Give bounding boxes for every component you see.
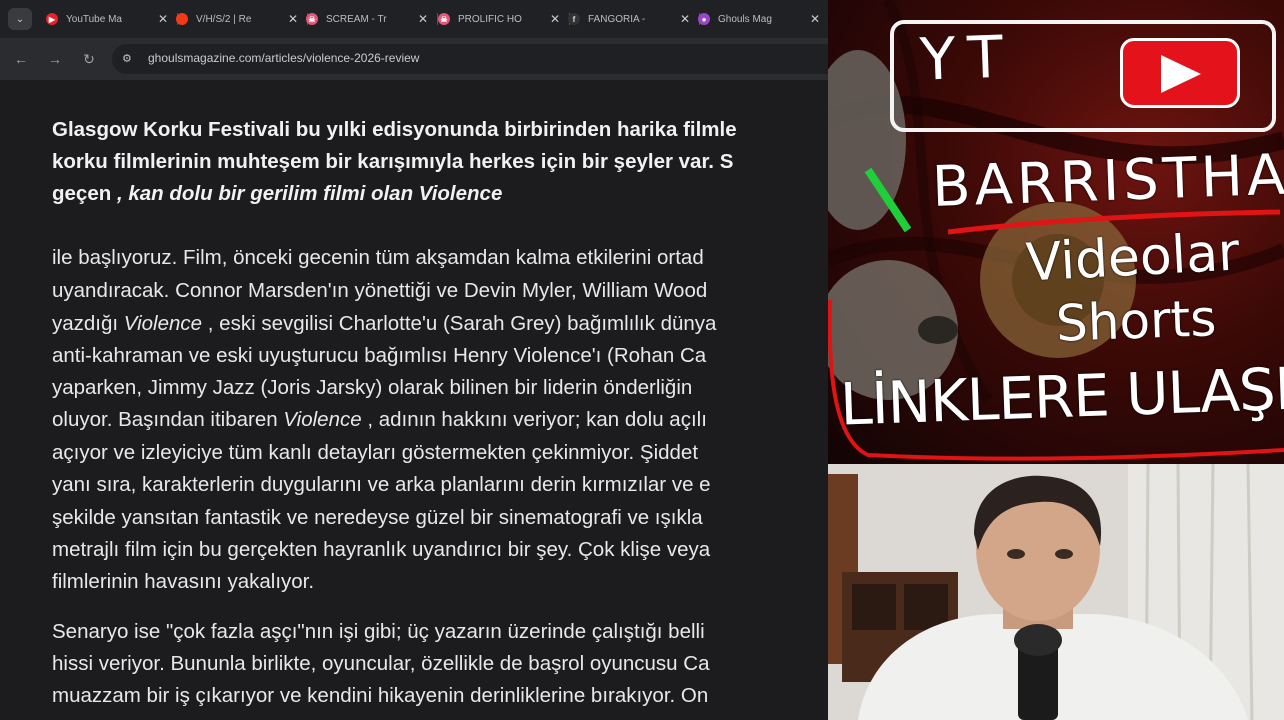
tab-strip: ⌄ ▶ YouTube Ma ✕ V/H/S/2 | Re ✕ ☠ SCREAM… <box>0 0 830 38</box>
paragraph-line: Senaryo ise "çok fazla aşçı"nın işi gibi… <box>52 620 705 643</box>
tab-youtube[interactable]: ▶ YouTube Ma ✕ <box>46 8 178 30</box>
site-settings-icon[interactable]: ⚙ <box>122 52 136 66</box>
videos-label: Videolar <box>1024 222 1241 294</box>
tab-label: Ghouls Mag <box>718 13 772 25</box>
paragraph-line: yaparken, Jimmy Jazz (Joris Jarsky) olar… <box>52 376 693 399</box>
rotten-tomatoes-icon <box>176 13 188 25</box>
back-icon[interactable]: ← <box>12 50 30 68</box>
paragraph-line: metrajlı film için bu gerçekten hayranlı… <box>52 538 711 561</box>
paragraph-line: şekilde yansıtan fantastik ve neredeyse … <box>52 506 703 529</box>
tab-fangoria[interactable]: f FANGORIA - ✕ <box>568 8 700 30</box>
paragraph-line: hissi veriyor. Bununla birlikte, oyuncul… <box>52 652 710 675</box>
intro-line: geçen , kan dolu bir gerilim filmi olan … <box>52 182 503 205</box>
paragraph-line: anti-kahraman ve eski uyuşturucu bağımlı… <box>52 344 707 367</box>
close-icon[interactable]: ✕ <box>550 12 560 26</box>
close-icon[interactable]: ✕ <box>288 12 298 26</box>
scream-icon: ☠ <box>306 13 318 25</box>
paragraph-line: yazdığı Violence , eski sevgilisi Charlo… <box>52 312 717 335</box>
article-body: Glasgow Korku Festivali bu yılki edisyon… <box>0 80 830 720</box>
tab-label: YouTube Ma <box>66 13 122 25</box>
fangoria-icon: f <box>568 13 580 25</box>
paragraph-line: muazzam bir iş çıkarıyor ve kendini hika… <box>52 684 709 707</box>
paragraph-line: açıyor ve izleyiciye tüm kanlı detayları… <box>52 441 699 464</box>
yt-handwritten-label: YT <box>918 22 1017 94</box>
youtube-logo-icon <box>1120 38 1240 108</box>
prolific-icon: ☠ <box>438 13 450 25</box>
browser-toolbar: ← → ↻ ⚙ ghoulsmagazine.com/articles/viol… <box>0 38 830 81</box>
tab-search-button[interactable]: ⌄ <box>8 8 32 30</box>
channel-overlay: YT BARRISTHAN Videolar Shorts LİNKLERE U… <box>828 0 1284 464</box>
close-icon[interactable]: ✕ <box>418 12 428 26</box>
forward-icon[interactable]: → <box>46 50 64 68</box>
tab-prolific[interactable]: ☠ PROLIFIC HO ✕ <box>438 8 570 30</box>
tab-ghouls[interactable]: ● Ghouls Mag ✕ <box>698 8 824 30</box>
close-icon[interactable]: ✕ <box>680 12 690 26</box>
tab-label: V/H/S/2 | Re <box>196 13 252 25</box>
tab-label: PROLIFIC HO <box>458 13 522 25</box>
address-bar[interactable]: ⚙ ghoulsmagazine.com/articles/violence-2… <box>112 44 830 74</box>
paragraph-line: uyandıracak. Connor Marsden'ın yönettiği… <box>52 279 708 302</box>
close-icon[interactable]: ✕ <box>810 12 820 26</box>
channel-name: BARRISTHAN <box>930 140 1284 221</box>
tab-vhs2[interactable]: V/H/S/2 | Re ✕ <box>176 8 308 30</box>
webcam-scene <box>828 464 1284 720</box>
reload-icon[interactable]: ↻ <box>80 50 98 68</box>
paragraph-line: yanı sıra, karakterlerin duygularını ve … <box>52 473 711 496</box>
tab-label: SCREAM - Tr <box>326 13 387 25</box>
paragraph-line: filmlerinin havasını yakalıyor. <box>52 570 315 593</box>
ghouls-icon: ● <box>698 13 710 25</box>
close-icon[interactable]: ✕ <box>158 12 168 26</box>
intro-line: Glasgow Korku Festivali bu yılki edisyon… <box>52 118 737 141</box>
tab-scream[interactable]: ☠ SCREAM - Tr ✕ <box>306 8 438 30</box>
paragraph-line: oluyor. Başından itibaren Violence , adı… <box>52 408 707 431</box>
youtube-icon: ▶ <box>46 13 58 25</box>
tab-label: FANGORIA - <box>588 13 646 25</box>
url-text[interactable]: ghoulsmagazine.com/articles/violence-202… <box>148 51 419 65</box>
shorts-label: Shorts <box>1055 289 1218 353</box>
paragraph-line: ile başlıyoruz. Film, önceki gecenin tüm… <box>52 246 704 269</box>
intro-line: korku filmlerinin muhteşem bir karışımıy… <box>52 150 734 173</box>
webcam-feed <box>828 464 1284 720</box>
